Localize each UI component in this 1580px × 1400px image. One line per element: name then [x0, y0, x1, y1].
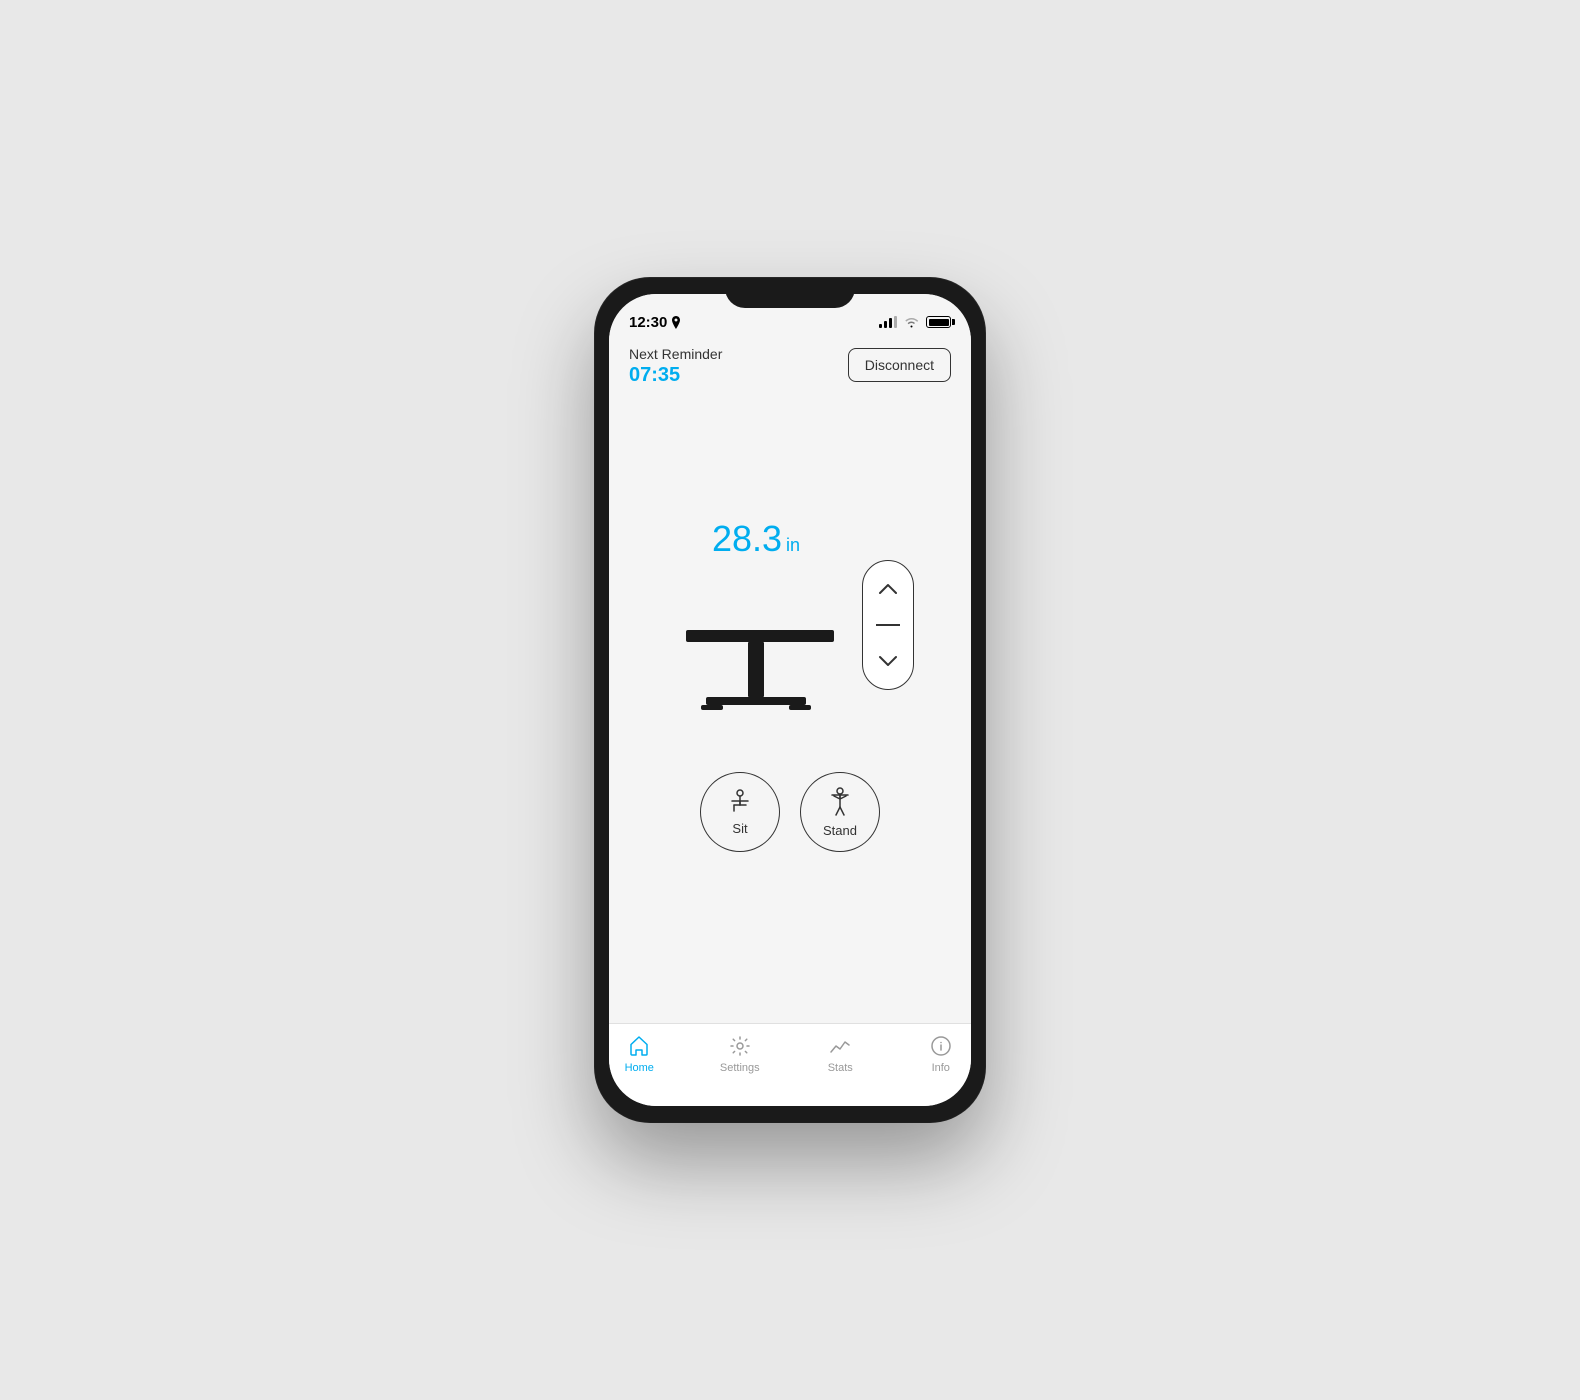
status-icons — [879, 316, 951, 328]
height-up-button[interactable] — [868, 571, 908, 607]
main-area: 28.3 in — [629, 387, 951, 1023]
battery-icon — [926, 316, 951, 328]
stats-icon — [828, 1034, 852, 1058]
sit-preset-label: Sit — [732, 821, 747, 836]
reminder-section: Next Reminder 07:35 — [629, 346, 722, 387]
desk-illustration — [666, 572, 846, 732]
tab-settings[interactable]: Settings — [710, 1034, 770, 1074]
info-icon — [929, 1034, 953, 1058]
height-value: 28.3 — [712, 518, 782, 560]
reminder-time: 07:35 — [629, 364, 722, 387]
desk-area: 28.3 in — [666, 518, 846, 732]
control-divider — [876, 624, 900, 626]
height-down-button[interactable] — [868, 643, 908, 679]
signal-icon — [879, 316, 897, 328]
tab-stats[interactable]: Stats — [810, 1034, 870, 1074]
app-content: Next Reminder 07:35 Disconnect 28.3 in — [609, 338, 971, 1023]
preset-buttons: Sit — [700, 772, 880, 852]
app-header: Next Reminder 07:35 Disconnect — [629, 338, 951, 387]
tab-info[interactable]: Info — [911, 1034, 971, 1074]
stand-preset-label: Stand — [823, 823, 857, 838]
tab-info-label: Info — [932, 1062, 950, 1074]
stand-preset-button[interactable]: Stand — [800, 772, 880, 852]
height-display: 28.3 in — [712, 518, 800, 560]
stand-icon — [824, 787, 856, 819]
reminder-label: Next Reminder — [629, 346, 722, 362]
settings-icon — [728, 1034, 752, 1058]
status-time: 12:30 — [629, 314, 681, 331]
wifi-icon — [903, 316, 920, 328]
phone-notch — [725, 278, 855, 308]
chevron-up-icon — [878, 582, 898, 596]
tab-settings-label: Settings — [720, 1062, 760, 1074]
sit-icon — [724, 789, 756, 817]
tab-home-label: Home — [625, 1062, 654, 1074]
location-icon — [671, 316, 681, 329]
height-control — [862, 560, 914, 690]
height-unit: in — [786, 535, 800, 556]
tab-home[interactable]: Home — [609, 1034, 669, 1074]
phone-frame: 12:30 — [595, 278, 985, 1122]
home-icon — [627, 1034, 651, 1058]
tab-bar: Home Settings Stats — [609, 1023, 971, 1106]
tab-stats-label: Stats — [828, 1062, 853, 1074]
desk-container: 28.3 in — [666, 518, 914, 732]
disconnect-button[interactable]: Disconnect — [848, 348, 951, 382]
phone-screen: 12:30 — [609, 294, 971, 1106]
time-text: 12:30 — [629, 314, 667, 331]
chevron-down-icon — [878, 654, 898, 668]
sit-preset-button[interactable]: Sit — [700, 772, 780, 852]
